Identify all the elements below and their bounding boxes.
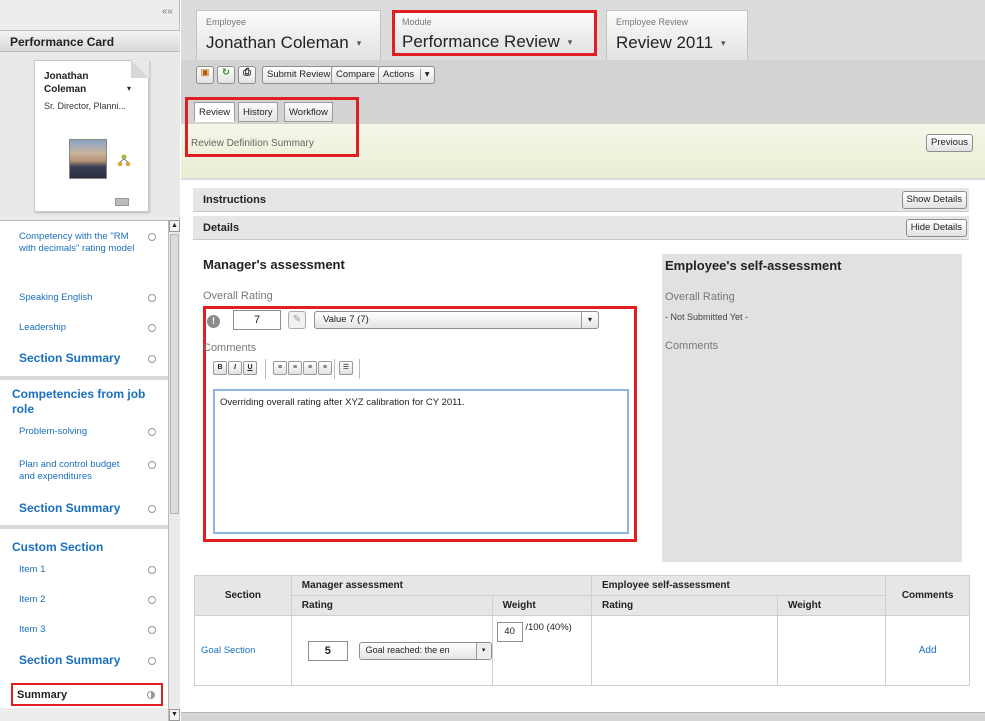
hide-details-button[interactable]: Hide Details xyxy=(905,219,967,237)
goal-section-link[interactable]: Goal Section xyxy=(201,645,255,656)
align-center-icon[interactable]: ≡ xyxy=(288,361,302,375)
card-footer-icon[interactable] xyxy=(115,198,129,206)
nav-divider xyxy=(0,525,168,529)
chevron-down-icon[interactable]: ▾ xyxy=(127,84,131,93)
submit-review-button[interactable]: Submit Review xyxy=(262,66,336,84)
save-icon[interactable]: ▣ xyxy=(196,66,214,84)
overall-rating-input[interactable]: 7 xyxy=(233,310,281,330)
header-employee-weight: Weight xyxy=(776,595,887,616)
chevron-down-icon: ▾ xyxy=(581,312,598,328)
left-sidebar: «« Performance Card Jonathan Coleman ▾ S… xyxy=(0,0,180,721)
employee-card: Jonathan Coleman ▾ Sr. Director, Planni.… xyxy=(34,60,149,212)
underline-format-icon[interactable]: U xyxy=(243,361,257,375)
actions-button[interactable]: Actions ▾ xyxy=(378,66,435,84)
bold-format-icon[interactable]: B xyxy=(213,361,227,375)
bottom-bar xyxy=(181,712,985,721)
warning-icon[interactable]: ! xyxy=(207,315,220,328)
status-radio-icon xyxy=(148,596,156,604)
chevron-down-icon: ▾ xyxy=(419,69,430,80)
header-manager-assessment: Manager assessment xyxy=(290,575,593,596)
status-radio-icon xyxy=(148,461,156,469)
nav-section-competencies-job-role[interactable]: Competencies from job role xyxy=(12,387,152,417)
align-justify-icon[interactable]: ≡ xyxy=(318,361,332,375)
employee-comments-label: Comments xyxy=(665,340,719,352)
chevron-down-icon: ▾ xyxy=(721,38,726,49)
chevron-down-icon: ▾ xyxy=(475,642,491,659)
manager-assessment-title: Manager's assessment xyxy=(203,257,345,272)
add-comment-link[interactable]: Add xyxy=(919,645,937,656)
status-radio-icon xyxy=(148,324,156,332)
scroll-up-arrow-icon[interactable]: ▲ xyxy=(169,220,180,232)
status-radio-icon xyxy=(148,657,156,665)
compare-button[interactable]: Compare xyxy=(331,66,381,84)
header-employee-rating: Rating xyxy=(591,595,778,616)
card-employee-role: Sr. Director, Planni... xyxy=(44,101,127,111)
status-radio-icon xyxy=(148,566,156,574)
tabs-highlight-box xyxy=(185,97,359,157)
refresh-icon[interactable]: ↻ xyxy=(217,66,235,84)
main-content: Employee Jonathan Coleman ▾ Module Perfor… xyxy=(181,0,985,721)
header-manager-weight: Weight xyxy=(491,595,593,616)
previous-button[interactable]: Previous xyxy=(926,134,973,152)
chevron-down-icon: ▾ xyxy=(356,38,362,49)
chevron-down-icon: ▾ xyxy=(567,37,573,48)
employee-selector[interactable]: Employee Jonathan Coleman ▾ xyxy=(196,10,381,60)
status-radio-icon xyxy=(148,355,156,363)
employee-rating-status: - Not Submitted Yet - xyxy=(665,312,749,322)
table-row: Goal Section 5 Goal reached: the en ▾ 40… xyxy=(194,615,970,686)
status-radio-icon xyxy=(148,233,156,241)
comments-label: Comments xyxy=(203,342,257,354)
overall-rating-label: Overall Rating xyxy=(203,290,273,302)
employee-self-assessment-title: Employee's self-assessment xyxy=(665,258,842,273)
collapse-sidebar-button[interactable]: «« xyxy=(162,6,173,17)
scrollbar-thumb[interactable] xyxy=(170,234,179,514)
toolbar-separator xyxy=(265,359,266,379)
overall-rating-select[interactable]: Value 7 (7) ▾ xyxy=(314,311,599,329)
section-weight-input[interactable]: 40 xyxy=(496,622,523,642)
section-rating-input[interactable]: 5 xyxy=(307,640,348,661)
nav-item-summary[interactable]: Summary xyxy=(11,683,163,706)
employee-review-selector[interactable]: Employee Review Review 2011 ▾ xyxy=(606,10,748,60)
manager-comments-textarea[interactable]: Overriding overall rating after XYZ cali… xyxy=(213,389,629,534)
weight-suffix: /100 (40%) xyxy=(525,622,572,633)
toolbar-separator xyxy=(359,359,360,379)
org-chart-icon[interactable] xyxy=(117,154,131,168)
card-employee-name[interactable]: Jonathan Coleman xyxy=(44,70,124,96)
card-fold xyxy=(131,60,149,78)
details-header: Details Hide Details xyxy=(193,216,969,240)
nav-section-custom[interactable]: Custom Section xyxy=(12,540,103,555)
bullet-list-icon[interactable]: ☰ xyxy=(339,361,353,375)
performance-card-title: Performance Card xyxy=(0,30,180,52)
status-radio-icon xyxy=(148,505,156,513)
status-radio-icon xyxy=(148,294,156,302)
header-manager-rating: Rating xyxy=(290,595,493,616)
sidebar-scrollbar[interactable]: ▲ ▼ xyxy=(168,220,180,721)
section-summary-table: Section Manager assessment Employee self… xyxy=(194,575,970,686)
employee-photo xyxy=(69,139,107,179)
calibration-edit-icon[interactable]: ✎ xyxy=(288,311,306,329)
review-navigation-list: Competency with the "RM with decimals" r… xyxy=(0,220,168,708)
employee-overall-rating-label: Overall Rating xyxy=(665,291,735,303)
print-icon[interactable]: ⎙ xyxy=(238,66,256,84)
status-radio-icon xyxy=(148,626,156,634)
show-details-button[interactable]: Show Details xyxy=(901,191,967,209)
nav-divider xyxy=(0,376,168,380)
align-right-icon[interactable]: ≡ xyxy=(303,361,317,375)
header-employee-self-assessment: Employee self-assessment xyxy=(590,575,887,596)
toolbar-separator xyxy=(334,359,335,379)
section-rating-select[interactable]: Goal reached: the en ▾ xyxy=(358,641,492,660)
header-section: Section xyxy=(194,575,292,616)
header-comments: Comments xyxy=(885,575,970,616)
instructions-header: Instructions Show Details xyxy=(193,188,969,212)
status-half-icon xyxy=(147,691,155,699)
status-radio-icon xyxy=(148,428,156,436)
employee-self-assessment-panel: Employee's self-assessment Overall Ratin… xyxy=(662,254,962,562)
scroll-down-arrow-icon[interactable]: ▼ xyxy=(169,709,180,721)
align-left-icon[interactable]: ≡ xyxy=(273,361,287,375)
italic-format-icon[interactable]: I xyxy=(228,361,242,375)
module-selector[interactable]: Module Performance Review ▾ xyxy=(392,10,597,56)
